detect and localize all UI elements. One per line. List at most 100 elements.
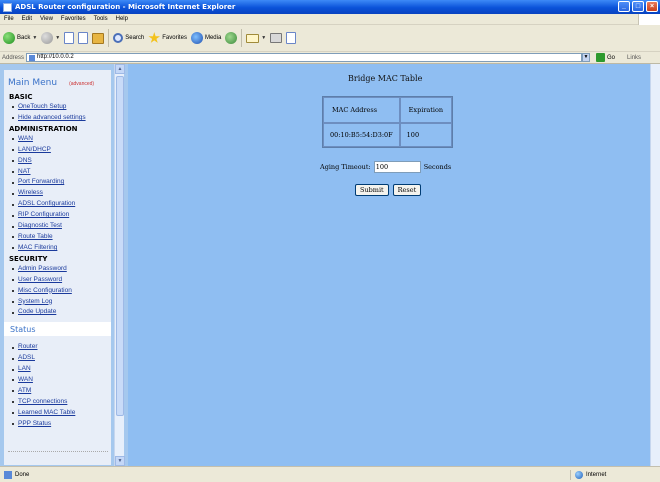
address-bar: Address http://10.0.0.2 ▼ Go Links — [0, 52, 660, 64]
address-input[interactable]: http://10.0.0.2 — [26, 53, 583, 62]
nav-port-forwarding[interactable]: Port Forwarding — [4, 177, 111, 188]
nav-status-wan[interactable]: WAN — [4, 375, 111, 386]
nav-status-adsl[interactable]: ADSL — [4, 353, 111, 364]
chevron-down-icon[interactable]: ▼ — [261, 35, 266, 41]
nav-status-lan[interactable]: LAN — [4, 364, 111, 375]
menu-favorites[interactable]: Favorites — [61, 16, 86, 22]
media-button[interactable]: Media — [190, 32, 222, 44]
media-icon — [190, 32, 203, 44]
toolbar-divider — [108, 29, 110, 47]
favorites-button[interactable]: Favorites — [148, 32, 187, 44]
nav-status-router[interactable]: Router — [4, 342, 111, 353]
menu-help[interactable]: Help — [116, 16, 128, 22]
sidebar-scrollbar[interactable]: ▲ ▼ — [114, 64, 125, 466]
bridge-mac-table: MAC Address Expiration 00:10:B5:54:D3:0F… — [322, 96, 454, 148]
status-list: Router ADSL LAN WAN ATM TCP connections … — [4, 342, 111, 429]
chevron-down-icon[interactable]: ▼ — [32, 35, 37, 41]
nav-dns[interactable]: DNS — [4, 156, 111, 167]
menu-header: Main Menu (advanced) — [4, 70, 111, 92]
nav-admin-password[interactable]: Admin Password — [4, 264, 111, 275]
nav-status-learned-mac-table[interactable]: Learned MAC Table — [4, 408, 111, 419]
menu-file[interactable]: File — [4, 16, 14, 22]
search-button[interactable]: Search — [113, 33, 144, 43]
content-scrollbar[interactable] — [650, 64, 660, 466]
menu-tools[interactable]: Tools — [94, 16, 108, 22]
address-label: Address — [2, 54, 25, 61]
menu-bar: File Edit View Favorites Tools Help — [0, 14, 660, 25]
nav-user-password[interactable]: User Password — [4, 275, 111, 286]
refresh-icon[interactable] — [78, 32, 89, 44]
nav-nat[interactable]: NAT — [4, 167, 111, 178]
status-header: Status — [4, 322, 111, 337]
edit-icon[interactable] — [286, 32, 297, 44]
status-text: Done — [15, 471, 30, 478]
menu-view[interactable]: View — [40, 16, 53, 22]
forward-button[interactable]: ▼ — [41, 32, 60, 44]
nav-wireless[interactable]: Wireless — [4, 188, 111, 199]
links-button[interactable]: Links — [627, 55, 641, 61]
reset-button[interactable]: Reset — [392, 184, 422, 196]
table-header-row: MAC Address Expiration — [323, 97, 453, 123]
go-label: Go — [607, 54, 616, 61]
nav-wan[interactable]: WAN — [4, 134, 111, 145]
column-header-mac: MAC Address — [323, 97, 400, 123]
history-icon[interactable] — [225, 32, 238, 44]
cell-expiration: 100 — [399, 123, 453, 147]
home-icon[interactable] — [92, 32, 105, 44]
nav-onetouch-setup[interactable]: OneTouch Setup — [4, 102, 111, 113]
mail-button[interactable]: ▼ — [246, 33, 266, 43]
section-administration: ADMINISTRATION — [9, 124, 78, 133]
page-title: Bridge MAC Table — [348, 74, 423, 83]
nav-status-atm[interactable]: ATM — [4, 386, 111, 397]
back-arrow-icon — [3, 32, 15, 44]
address-url: http://10.0.0.2 — [37, 54, 74, 60]
search-icon — [113, 33, 124, 43]
print-icon[interactable] — [270, 33, 283, 43]
toolbar: Back ▼ ▼ Search Favorites Media ▼ — [0, 25, 660, 52]
nav-diagnostic-test[interactable]: Diagnostic Test — [4, 221, 111, 232]
window-title-bar[interactable]: ADSL Router configuration - Microsoft In… — [0, 0, 660, 14]
back-label: Back — [17, 35, 31, 41]
nav-system-log[interactable]: System Log — [4, 297, 111, 308]
globe-icon — [575, 471, 583, 479]
mail-icon — [246, 33, 260, 43]
cell-mac-address: 00:10:B5:54:D3:0F — [323, 123, 400, 147]
nav-lan-dhcp[interactable]: LAN/DHCP — [4, 145, 111, 156]
minimize-button[interactable]: _ — [618, 1, 630, 12]
aging-timeout-unit: Seconds — [423, 163, 452, 171]
window-title: ADSL Router configuration - Microsoft In… — [15, 3, 236, 11]
close-button[interactable]: × — [646, 1, 658, 12]
scroll-down-icon[interactable]: ▼ — [115, 456, 125, 466]
nav-mac-filtering[interactable]: MAC Filtering — [4, 243, 111, 254]
star-icon — [148, 32, 161, 43]
address-dropdown-button[interactable]: ▼ — [582, 53, 591, 62]
nav-adsl-configuration[interactable]: ADSL Configuration — [4, 199, 111, 210]
section-security: SECURITY — [9, 254, 48, 263]
go-button[interactable]: Go — [596, 53, 615, 62]
menu-edit[interactable]: Edit — [22, 16, 32, 22]
toolbar-divider — [241, 29, 243, 47]
media-label: Media — [204, 35, 222, 41]
nav-rip-configuration[interactable]: RIP Configuration — [4, 210, 111, 221]
chevron-down-icon[interactable]: ▼ — [55, 35, 60, 41]
back-button[interactable]: Back ▼ — [3, 32, 37, 44]
section-basic: BASIC — [9, 93, 33, 101]
aging-timeout-input[interactable]: 100 — [373, 161, 421, 173]
scroll-up-icon[interactable]: ▲ — [115, 64, 125, 74]
stop-icon[interactable] — [64, 32, 75, 44]
scrollbar-thumb[interactable] — [116, 76, 124, 416]
status-title: Status — [10, 324, 36, 334]
nav-route-table[interactable]: Route Table — [4, 232, 111, 243]
zone-label: Internet — [586, 472, 607, 478]
maximize-button[interactable]: □ — [632, 1, 644, 12]
nav-code-update[interactable]: Code Update — [4, 307, 111, 318]
submit-button[interactable]: Submit — [355, 184, 389, 196]
nav-status-ppp[interactable]: PPP Status — [4, 419, 111, 430]
security-zone: Internet — [570, 470, 606, 480]
form-buttons: Submit Reset — [355, 184, 422, 196]
table-row: 00:10:B5:54:D3:0F 100 — [323, 123, 453, 147]
ie-icon — [3, 2, 12, 12]
nav-status-tcp-connections[interactable]: TCP connections — [4, 397, 111, 408]
nav-misc-configuration[interactable]: Misc Configuration — [4, 286, 111, 297]
nav-hide-advanced[interactable]: Hide advanced settings — [4, 113, 111, 124]
